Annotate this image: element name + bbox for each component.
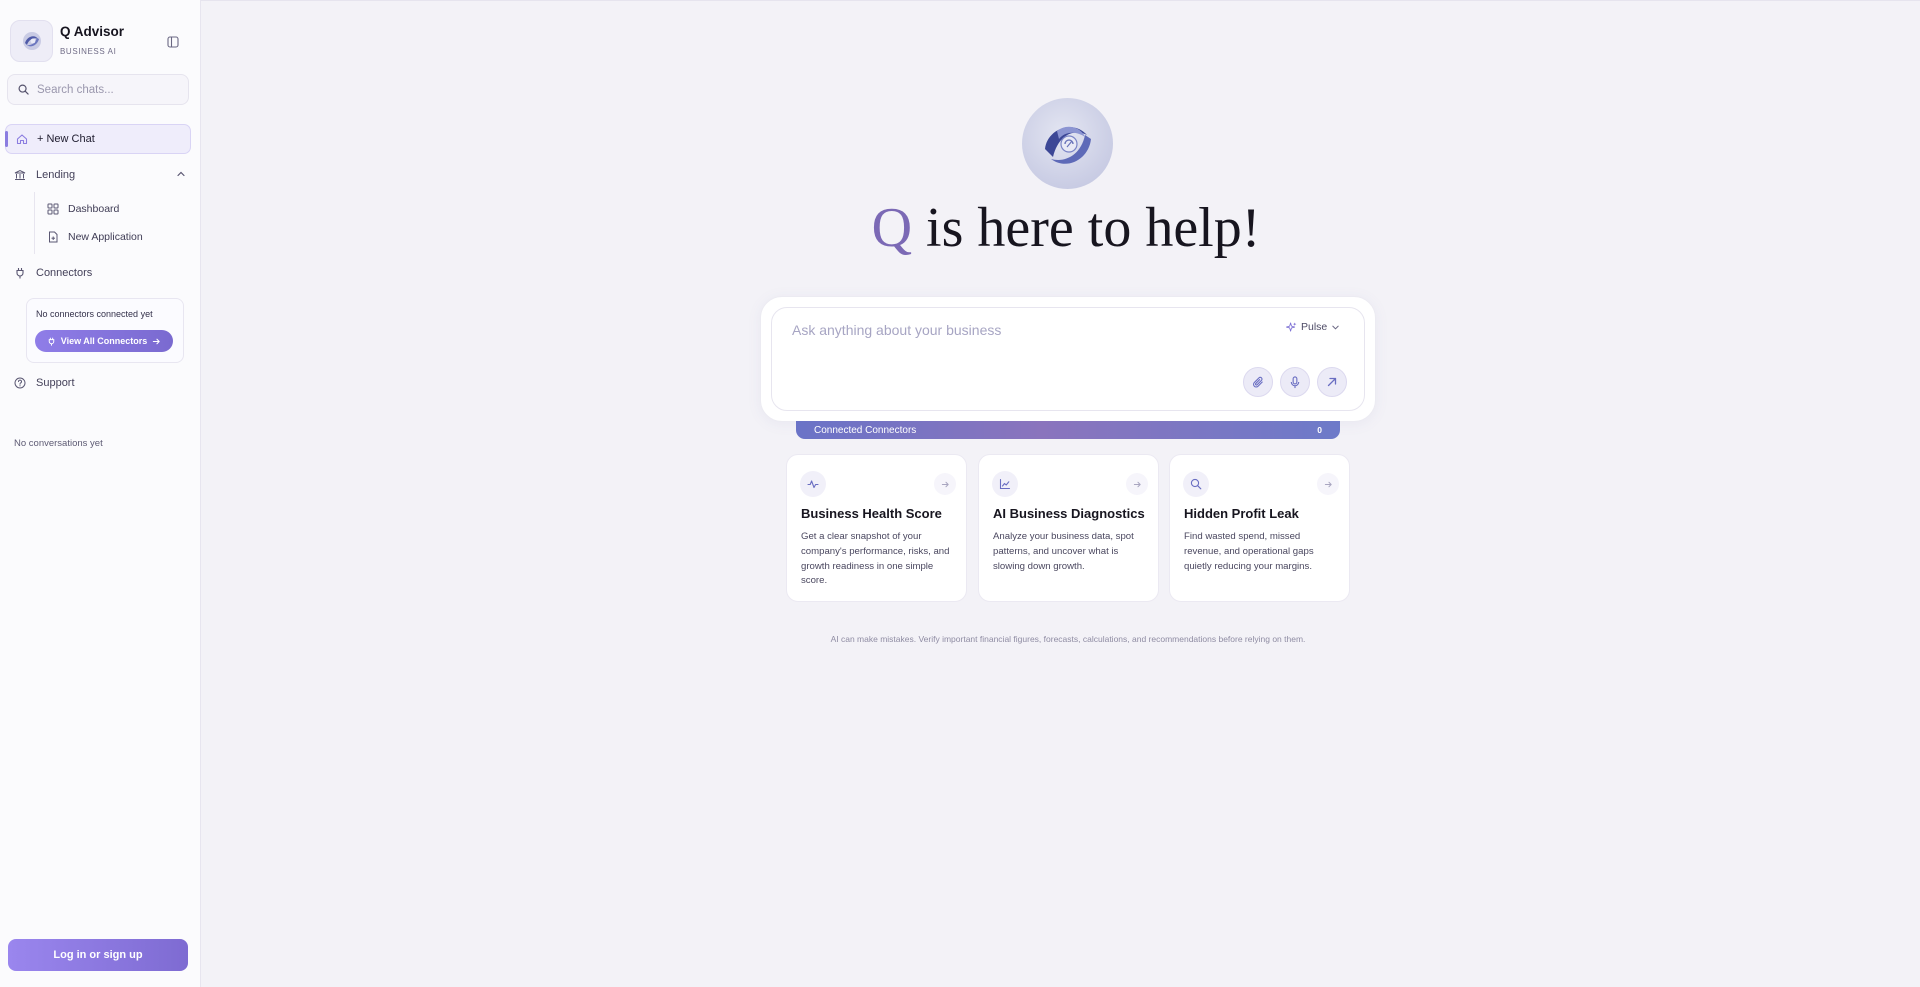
card-description: Find wasted spend, missed revenue, and o… (1184, 531, 1314, 572)
card-arrow (1126, 473, 1148, 495)
activity-icon (807, 480, 819, 489)
new-chat-label: + New Chat (37, 133, 95, 145)
card-icon-wrap (800, 471, 826, 497)
plug-icon (48, 337, 54, 346)
card-title: AI Business Diagnostics (993, 506, 1145, 521)
sidebar-item-dashboard-label: Dashboard (68, 203, 120, 215)
top-divider (201, 0, 1920, 1)
sidebar: Q Advisor BUSINESS AI + New Chat (0, 0, 201, 987)
plug-icon (16, 268, 24, 279)
q-logo-icon (1044, 126, 1091, 164)
card-arrow (1317, 473, 1339, 495)
sidebar-item-new-application-label: New Application (68, 231, 143, 243)
search-chats[interactable] (7, 74, 189, 105)
sidebar-item-connectors-label: Connectors (36, 267, 93, 279)
paperclip-icon (1252, 376, 1263, 388)
no-conversations-text: No conversations yet (14, 438, 103, 449)
chevron-up-icon[interactable] (176, 169, 186, 179)
q-logo-icon (22, 32, 41, 50)
sidebar-item-support-label: Support (36, 377, 75, 389)
search-icon (1190, 478, 1202, 490)
hero-logo (1022, 98, 1113, 189)
mic-icon (1290, 375, 1300, 388)
sidebar-item-new-application[interactable]: New Application (47, 229, 143, 245)
headline-q: Q (871, 197, 913, 259)
ai-disclaimer: AI can make mistakes. Verify important f… (830, 634, 1306, 644)
new-chat-button[interactable]: + New Chat (5, 124, 191, 154)
login-signup-button[interactable]: Log in or sign up (8, 939, 188, 971)
arrow-right-icon (153, 338, 161, 344)
arrow-up-right-icon (1327, 377, 1337, 387)
search-icon (18, 84, 29, 95)
connected-connectors-label: Connected Connectors (814, 424, 917, 436)
card-description: Get a clear snapshot of your company's p… (801, 531, 950, 587)
card-icon-wrap (992, 471, 1018, 497)
search-chats-input[interactable] (37, 83, 177, 96)
headline-text: is here to help! (912, 197, 1261, 259)
send-button[interactable] (1317, 367, 1347, 397)
card-hidden-profit-leak[interactable]: Hidden Profit Leak Find wasted spend, mi… (1169, 454, 1350, 602)
view-all-connectors-button[interactable]: View All Connectors (35, 330, 173, 352)
sidebar-item-connectors[interactable]: Connectors (14, 267, 92, 279)
arrow-right-icon (1324, 481, 1332, 487)
brand-logo (10, 20, 53, 62)
card-description: Analyze your business data, spot pattern… (993, 531, 1134, 572)
sidebar-item-support[interactable]: Support (14, 377, 75, 389)
card-title: Hidden Profit Leak (1184, 506, 1299, 521)
line-chart-icon (999, 478, 1011, 490)
card-ai-business-diagnostics[interactable]: AI Business Diagnostics Analyze your bus… (978, 454, 1159, 602)
connectors-card: No connectors connected yet View All Con… (26, 298, 184, 363)
connected-connectors-bar[interactable]: Connected Connectors 0 (796, 421, 1340, 439)
app-root: Q Advisor BUSINESS AI + New Chat (0, 0, 1920, 987)
page-headline: Q is here to help! (760, 196, 1372, 260)
arrow-right-icon (941, 481, 949, 487)
sidebar-item-dashboard[interactable]: Dashboard (47, 201, 119, 217)
mode-selector-label: Pulse (1301, 321, 1328, 333)
sidebar-item-lending[interactable]: Lending (14, 167, 186, 183)
connectors-empty-text: No connectors connected yet (36, 309, 153, 319)
connected-connectors-count: 0 (1317, 425, 1322, 435)
attach-button[interactable] (1243, 367, 1273, 397)
card-icon-wrap (1183, 471, 1209, 497)
sidebar-collapse-button[interactable] (162, 32, 184, 52)
chevron-down-icon (1332, 325, 1339, 330)
help-circle-icon (14, 377, 26, 389)
composer-input[interactable] (792, 322, 1262, 352)
card-title: Business Health Score (801, 506, 942, 521)
composer-box: Pulse (771, 307, 1365, 411)
submenu-guide-line (34, 192, 35, 254)
file-icon (49, 231, 58, 243)
brand-title: Q Advisor (60, 24, 125, 39)
home-icon (16, 134, 28, 145)
sidebar-collapse-icon (167, 36, 179, 48)
brand-subtitle: BUSINESS AI (60, 47, 117, 56)
card-arrow (934, 473, 956, 495)
grid-icon (47, 203, 59, 215)
voice-button[interactable] (1280, 367, 1310, 397)
view-all-connectors-label: View All Connectors (60, 336, 148, 346)
arrow-right-icon (1133, 481, 1141, 487)
bank-icon (14, 169, 26, 180)
sidebar-item-lending-label: Lending (36, 169, 76, 181)
composer: Pulse (760, 296, 1376, 422)
mode-selector[interactable]: Pulse (1286, 318, 1340, 336)
card-business-health-score[interactable]: Business Health Score Get a clear snapsh… (786, 454, 967, 602)
sparkle-icon (1286, 321, 1297, 332)
